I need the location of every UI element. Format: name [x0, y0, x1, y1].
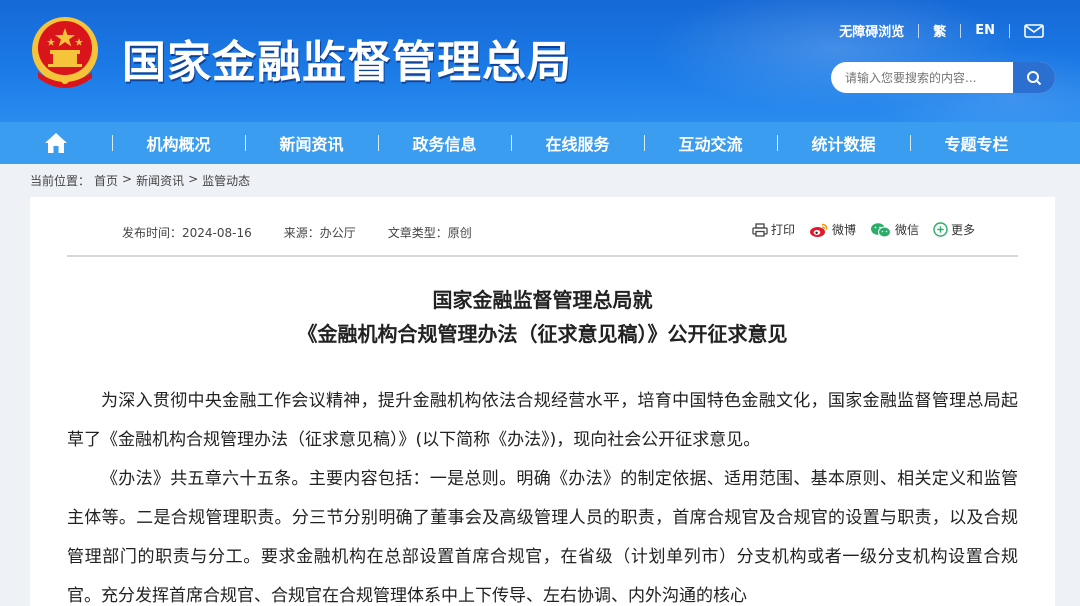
search-icon — [1027, 70, 1042, 85]
wechat-share-button[interactable]: 微信 — [870, 221, 919, 238]
breadcrumb-home[interactable]: 首页 — [94, 172, 118, 189]
article-paragraph: 《办法》共五章六十五条。主要内容包括：一是总则。明确《办法》的制定依据、适用范围… — [67, 469, 1018, 606]
nav-item-statistics[interactable]: 统计数据 — [777, 122, 910, 164]
printer-icon — [752, 222, 768, 237]
top-links: 无障碍浏览 繁 EN — [839, 21, 1044, 40]
article-body: 为深入贯彻中央金融工作会议精神，提升金融机构依法合规经营水平，培育中国特色金融文… — [67, 382, 1018, 606]
mail-icon[interactable] — [1024, 23, 1044, 38]
breadcrumb-separator: > — [188, 172, 199, 186]
search-box — [831, 62, 1055, 93]
print-button[interactable]: 打印 — [752, 221, 795, 238]
breadcrumb-label: 当前位置： — [30, 174, 91, 188]
article-type: 文章类型：原创 — [387, 226, 472, 240]
breadcrumb: 当前位置： 首页 > 新闻资讯 > 监管动态 — [30, 172, 250, 189]
article-title-line-1: 国家金融监督管理总局就 — [432, 288, 653, 312]
site-title: 国家金融监督管理总局 — [122, 37, 572, 88]
nav-item-news[interactable]: 新闻资讯 — [245, 122, 378, 164]
wechat-icon — [871, 222, 892, 237]
share-toolbar: 打印 微博 微信 更多 — [752, 221, 975, 238]
article-paragraph: 为深入贯彻中央金融工作会议精神，提升金融机构依法合规经营水平，培育中国特色金融文… — [67, 391, 1018, 450]
divider — [960, 23, 962, 38]
print-label: 打印 — [771, 223, 796, 237]
accessibility-link[interactable]: 无障碍浏览 — [839, 21, 904, 40]
traditional-chinese-link[interactable]: 繁 — [933, 21, 946, 40]
nav-item-government-info[interactable]: 政务信息 — [378, 122, 511, 164]
more-label: 更多 — [951, 223, 976, 237]
weibo-label: 微博 — [832, 223, 857, 237]
main-nav: 机构概况 新闻资讯 政务信息 在线服务 互动交流 统计数据 专题专栏 — [0, 122, 1080, 164]
nav-item-about[interactable]: 机构概况 — [112, 122, 245, 164]
site-header: 国家金融监督管理总局 无障碍浏览 繁 EN — [0, 0, 1080, 122]
breadcrumb-separator: > — [122, 172, 133, 186]
article-meta: 发布时间：2024-08-16 来源：办公厅 文章类型：原创 — [122, 224, 472, 241]
article-card: 发布时间：2024-08-16 来源：办公厅 文章类型：原创 打印 微博 微信 … — [30, 197, 1055, 606]
english-link[interactable]: EN — [975, 23, 995, 38]
nav-item-interaction[interactable]: 互动交流 — [644, 122, 777, 164]
plus-circle-icon — [933, 222, 948, 237]
article-title-line-2: 《金融机构合规管理办法（征求意见稿）》公开征求意见 — [297, 322, 788, 346]
wechat-label: 微信 — [895, 223, 920, 237]
search-button[interactable] — [1013, 62, 1055, 93]
nav-item-special-topics[interactable]: 专题专栏 — [910, 122, 1043, 164]
breadcrumb-regulatory-news[interactable]: 监管动态 — [202, 172, 250, 189]
weibo-icon — [810, 223, 828, 237]
nav-item-online-service[interactable]: 在线服务 — [511, 122, 644, 164]
article-title: 国家金融监督管理总局就 《金融机构合规管理办法（征求意见稿）》公开征求意见 — [30, 283, 1055, 351]
national-emblem-icon — [32, 17, 98, 88]
more-share-button[interactable]: 更多 — [933, 221, 975, 238]
divider — [1009, 23, 1010, 38]
search-input[interactable] — [845, 62, 1010, 93]
meta-divider — [67, 255, 1018, 257]
breadcrumb-news[interactable]: 新闻资讯 — [136, 172, 184, 189]
weibo-share-button[interactable]: 微博 — [809, 221, 856, 238]
publish-date: 发布时间：2024-08-16 — [122, 226, 252, 240]
divider — [918, 23, 920, 38]
nav-home[interactable] — [0, 122, 112, 164]
article-source: 来源：办公厅 — [283, 226, 356, 240]
home-icon — [45, 133, 67, 153]
